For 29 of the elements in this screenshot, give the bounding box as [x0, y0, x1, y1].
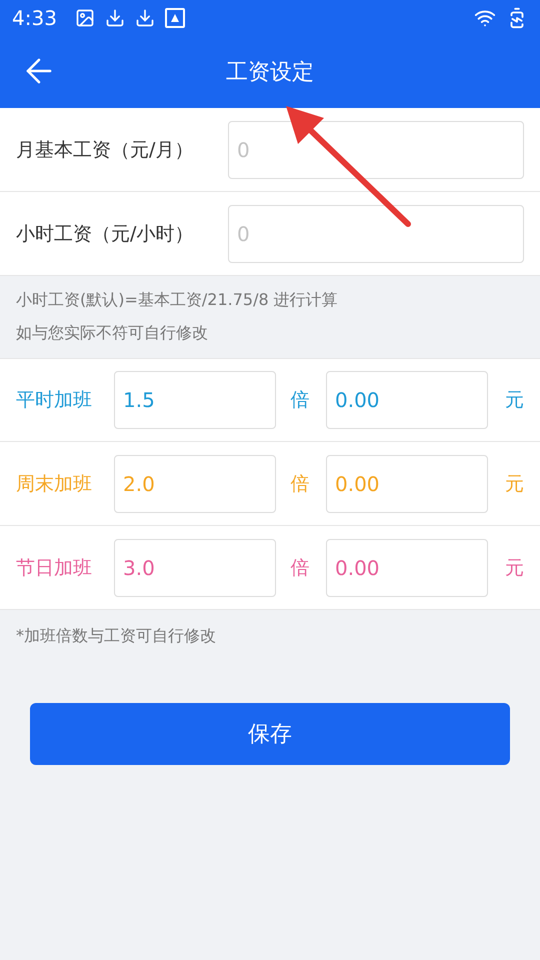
field-label: 月基本工资（元/月） — [16, 138, 194, 162]
multiplier-field[interactable]: 2.0 — [114, 454, 276, 512]
footnote: *加班倍数与工资可自行修改 — [16, 626, 216, 645]
amount-field[interactable]: 0.00 — [326, 538, 488, 596]
page-title: 工资设定 — [226, 59, 314, 87]
save-button[interactable]: 保存 — [30, 703, 510, 765]
image-icon — [74, 8, 95, 28]
status-time: 4:33 — [12, 6, 57, 30]
overtime-label: 节日加班 — [16, 556, 93, 580]
overtime-label: 周末加班 — [16, 472, 93, 496]
field-label: 小时工资（元/小时） — [16, 222, 194, 246]
unit-label: 元 — [504, 472, 524, 496]
unit-label: 元 — [504, 556, 524, 580]
unit-label: 倍 — [290, 472, 310, 496]
input-field[interactable]: 0 — [228, 204, 524, 262]
unit-label: 倍 — [290, 556, 310, 580]
amount-field[interactable]: 0.00 — [326, 371, 488, 429]
input-field[interactable]: 0 — [228, 120, 524, 178]
overtime-label: 平时加班 — [16, 388, 93, 413]
download-icon — [104, 8, 125, 28]
note-text: 如与您实际不符可自行修改 — [16, 323, 209, 344]
unit-label: 倍 — [290, 388, 310, 413]
amount-field[interactable]: 0.00 — [326, 454, 488, 512]
unit-label: 元 — [504, 388, 524, 413]
font-icon — [164, 8, 185, 28]
download-icon — [134, 8, 155, 28]
multiplier-field[interactable]: 3.0 — [114, 538, 276, 596]
note-text: 小时工资(默认)=基本工资/21.75/8 进行计算 — [16, 290, 339, 311]
multiplier-field[interactable]: 1.5 — [114, 371, 276, 429]
